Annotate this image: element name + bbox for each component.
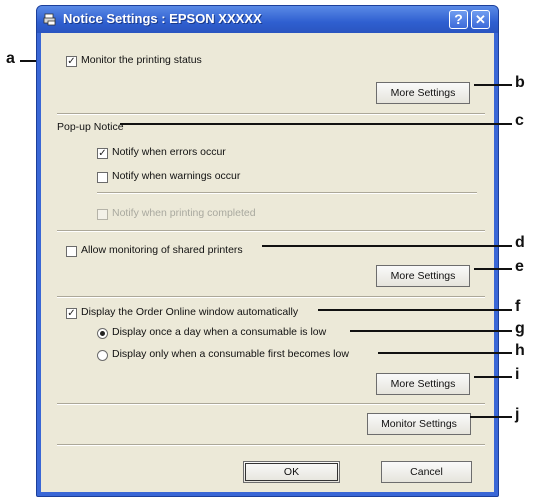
separator-2 [97, 192, 477, 194]
close-button[interactable]: ✕ [471, 10, 490, 29]
callout-g-line [350, 330, 512, 332]
notify-completed-checkbox [97, 209, 108, 220]
help-button[interactable]: ? [449, 10, 468, 29]
callout-c-line [120, 123, 512, 125]
callout-i: i [515, 366, 520, 383]
allow-shared-label[interactable]: Allow monitoring of shared printers [81, 244, 243, 256]
cancel-button[interactable]: Cancel [381, 461, 472, 483]
callout-c: c [515, 112, 524, 129]
callout-h-line [378, 352, 512, 354]
notify-warnings-checkbox[interactable] [97, 172, 108, 183]
separator-6 [57, 444, 485, 446]
more-settings-button-3[interactable]: More Settings [376, 373, 470, 395]
callout-e-line [474, 268, 512, 270]
callout-d-line [262, 245, 512, 247]
callout-f: f [515, 298, 521, 315]
callout-f-line [318, 309, 512, 311]
notify-completed-label: Notify when printing completed [112, 207, 256, 219]
separator-3 [57, 230, 485, 232]
callout-j-line [470, 416, 512, 418]
notice-settings-dialog: Notice Settings : EPSON XXXXX ? ✕ ✓ Moni… [36, 5, 499, 497]
order-online-checkbox[interactable]: ✓ [66, 308, 77, 319]
radio-once-a-day[interactable] [97, 328, 108, 339]
callout-a: a [6, 50, 15, 67]
window-title: Notice Settings : EPSON XXXXX [63, 11, 262, 26]
callout-i-line [474, 376, 512, 378]
popup-notice-heading: Pop-up Notice [57, 121, 124, 133]
callout-h: h [515, 342, 525, 359]
separator-5 [57, 403, 485, 405]
callout-d: d [515, 234, 525, 251]
order-online-label[interactable]: Display the Order Online window automati… [81, 306, 298, 318]
notify-errors-checkbox[interactable]: ✓ [97, 148, 108, 159]
title-bar[interactable]: Notice Settings : EPSON XXXXX ? ✕ [37, 6, 498, 33]
notify-warnings-label[interactable]: Notify when warnings occur [112, 170, 240, 182]
callout-e: e [515, 258, 524, 275]
radio-first-low[interactable] [97, 350, 108, 361]
printer-icon [43, 13, 56, 26]
callout-b: b [515, 74, 525, 91]
once-a-day-label[interactable]: Display once a day when a consumable is … [112, 326, 326, 338]
first-low-label[interactable]: Display only when a consumable first bec… [112, 348, 349, 360]
callout-g: g [515, 320, 525, 337]
callout-j: j [515, 406, 520, 423]
monitor-printing-label[interactable]: Monitor the printing status [81, 54, 202, 66]
ok-button[interactable]: OK [243, 461, 340, 483]
allow-shared-checkbox[interactable] [66, 246, 77, 257]
dialog-client-area: ✓ Monitor the printing status More Setti… [41, 33, 494, 492]
callout-b-line [474, 84, 512, 86]
more-settings-button-1[interactable]: More Settings [376, 82, 470, 104]
monitor-settings-button[interactable]: Monitor Settings [367, 413, 471, 435]
more-settings-button-2[interactable]: More Settings [376, 265, 470, 287]
notify-errors-label[interactable]: Notify when errors occur [112, 146, 226, 158]
separator-1 [57, 113, 485, 115]
monitor-printing-checkbox[interactable]: ✓ [66, 56, 77, 67]
separator-4 [57, 296, 485, 298]
